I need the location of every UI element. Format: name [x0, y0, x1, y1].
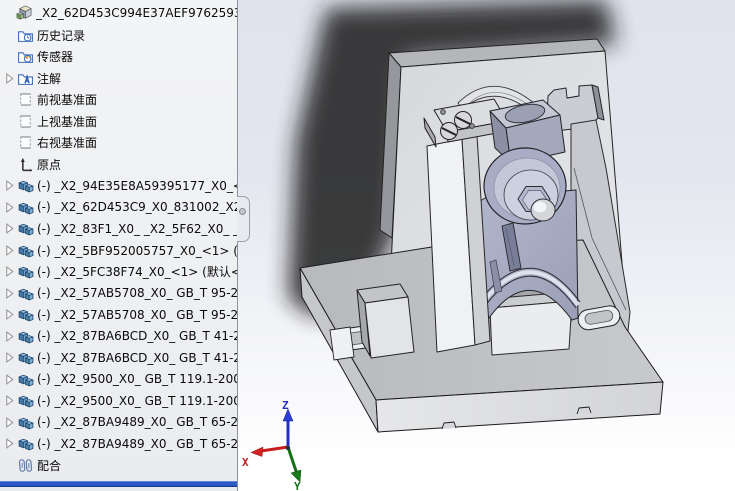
- tree-item[interactable]: (-) _X2_94E35E8A59395177_X0_<1: [0, 175, 237, 196]
- component-icon: [17, 199, 34, 216]
- tree-item-label: (-) _X2_87BA6BCD_X0_ GB_T 41-2: [37, 329, 237, 343]
- expand-arrow-icon[interactable]: [4, 373, 15, 385]
- tree-item-label: (-) _X2_87BA6BCD_X0_ GB_T 41-2: [37, 350, 237, 365]
- component-icon: [17, 220, 34, 237]
- component-icon: [17, 392, 34, 409]
- tree-item-label: 配合: [37, 458, 62, 473]
- tree-item[interactable]: 右视基准面: [0, 132, 237, 153]
- sensors-folder-icon: [17, 48, 34, 65]
- tree-item-label: (-) _X2_57AB5708_X0_ GB_T 95-20: [37, 307, 237, 322]
- z-axis-label: Z: [282, 399, 289, 412]
- tree-item-label: (-) _X2_9500_X0_ GB_T 119.1-2000: [37, 372, 237, 386]
- tree-root-item[interactable]: _X2_62D453C994E37AEF97625939517: [0, 2, 237, 23]
- plane-icon: [17, 113, 34, 130]
- tree-item[interactable]: (-) _X2_9500_X0_ GB_T 119.1-2000: [0, 390, 237, 411]
- tree-item-label: 传感器: [37, 50, 74, 64]
- tree-item-label: (-) _X2_9500_X0_ GB_T 119.1-2000: [37, 393, 237, 408]
- expand-arrow-icon[interactable]: [4, 180, 15, 191]
- expand-arrow-icon[interactable]: [4, 201, 15, 213]
- component-icon: [17, 349, 34, 366]
- plane-icon: [17, 134, 34, 151]
- x-axis-label: X: [242, 456, 249, 469]
- component-icon: [17, 328, 34, 345]
- tree-item[interactable]: (-) _X2_57AB5708_X0_ GB_T 95-20: [0, 283, 237, 304]
- splitter-grip-icon: [239, 208, 246, 215]
- tree-item-label: (-) _X2_94E35E8A59395177_X0_<1: [37, 178, 237, 193]
- component-icon: [17, 435, 34, 452]
- y-axis-label: Y: [294, 480, 301, 491]
- expand-arrow-icon[interactable]: [4, 266, 15, 277]
- tree-item-label: 注解: [37, 71, 62, 86]
- expand-arrow-icon[interactable]: [4, 244, 15, 256]
- origin-icon: [17, 156, 34, 173]
- component-icon: [17, 285, 34, 302]
- tree-item[interactable]: (-) _X2_87BA9489_X0_ GB_T 65-20: [0, 412, 237, 433]
- tree-item[interactable]: (-) _X2_87BA6BCD_X0_ GB_T 41-2: [0, 326, 237, 347]
- expand-arrow-icon[interactable]: [4, 438, 15, 449]
- rollback-bar[interactable]: [0, 481, 237, 487]
- expand-arrow-icon[interactable]: [4, 416, 15, 428]
- tree-item[interactable]: (-) _X2_9500_X0_ GB_T 119.1-2000: [0, 369, 237, 390]
- tree-item[interactable]: 前视基准面: [0, 89, 237, 110]
- tree-item[interactable]: (-) _X2_87BA9489_X0_ GB_T 65-20: [0, 433, 237, 454]
- expand-arrow-icon[interactable]: [4, 352, 15, 363]
- plane-icon: [17, 91, 34, 108]
- expand-arrow-icon[interactable]: [4, 72, 15, 84]
- assembly-icon: [16, 4, 33, 22]
- expand-arrow-icon[interactable]: [4, 330, 15, 342]
- tree-item[interactable]: 原点: [0, 154, 237, 175]
- step-block-part[interactable]: [356, 283, 415, 359]
- stud-part[interactable]: [530, 198, 556, 222]
- tree-item-label: (-) _X2_87BA9489_X0_ GB_T 65-20: [37, 415, 237, 429]
- tree-item[interactable]: 注解: [0, 68, 237, 89]
- tree-item[interactable]: (-) _X2_87BA6BCD_X0_ GB_T 41-2: [0, 347, 237, 368]
- expand-arrow-icon[interactable]: [4, 309, 15, 320]
- tree-item[interactable]: (-) _X2_62D453C9_X0_831002_X2_: [0, 197, 237, 218]
- component-icon: [17, 414, 34, 431]
- component-icon: [17, 371, 34, 388]
- tree-item-label: 历史记录: [37, 28, 86, 43]
- tree-item[interactable]: 传感器: [0, 46, 237, 67]
- tree-item-label: (-) _X2_5FC38F74_X0_<1> (默认<<: [37, 265, 237, 279]
- tree-item[interactable]: (-) _X2_5BF952005757_X0_<1> (默: [0, 240, 237, 261]
- tree-item-label: (-) _X2_62D453C9_X0_831002_X2_: [37, 200, 237, 214]
- history-folder-icon: [17, 27, 34, 44]
- tree-item-label: 前视基准面: [37, 93, 98, 107]
- base-slot-left-cut: [329, 326, 355, 361]
- tree-item-label: 右视基准面: [37, 136, 98, 150]
- tree-item-label: (-) _X2_5BF952005757_X0_<1> (默: [37, 243, 237, 258]
- tree-item[interactable]: (-) _X2_83F1_X0_ _X2_5F62_X0_ _X: [0, 218, 237, 239]
- component-icon: [17, 263, 34, 280]
- expand-arrow-icon[interactable]: [4, 287, 15, 299]
- mates-icon: [17, 457, 34, 474]
- tree-item[interactable]: (-) _X2_5FC38F74_X0_<1> (默认<<: [0, 261, 237, 282]
- component-icon: [17, 306, 34, 323]
- component-icon: [17, 242, 34, 259]
- component-icon: [17, 177, 34, 194]
- tree-item-label: (-) _X2_57AB5708_X0_ GB_T 95-20: [37, 286, 237, 300]
- tree-item[interactable]: 历史记录: [0, 25, 237, 46]
- panel-splitter-tab[interactable]: [237, 196, 250, 242]
- graphics-viewport[interactable]: Z X Y: [238, 0, 735, 491]
- tree-item[interactable]: 上视基准面: [0, 111, 237, 132]
- expand-arrow-icon[interactable]: [4, 223, 15, 234]
- tree-item-label: _X2_62D453C994E37AEF97625939517: [36, 5, 237, 20]
- tree-item-label: 上视基准面: [37, 114, 98, 129]
- tree-item[interactable]: (-) _X2_57AB5708_X0_ GB_T 95-20: [0, 304, 237, 325]
- tree-item-label: (-) _X2_87BA9489_X0_ GB_T 65-20: [37, 436, 237, 451]
- expand-arrow-icon[interactable]: [4, 395, 15, 406]
- tree-item[interactable]: 配合: [0, 455, 237, 476]
- feature-manager-panel[interactable]: _X2_62D453C994E37AEF97625939517 历史记录传感器注解…: [0, 0, 238, 491]
- tree-item-label: 原点: [37, 157, 62, 172]
- annotations-folder-icon: [17, 70, 34, 87]
- tree-item-label: (-) _X2_83F1_X0_ _X2_5F62_X0_ _X: [37, 221, 237, 236]
